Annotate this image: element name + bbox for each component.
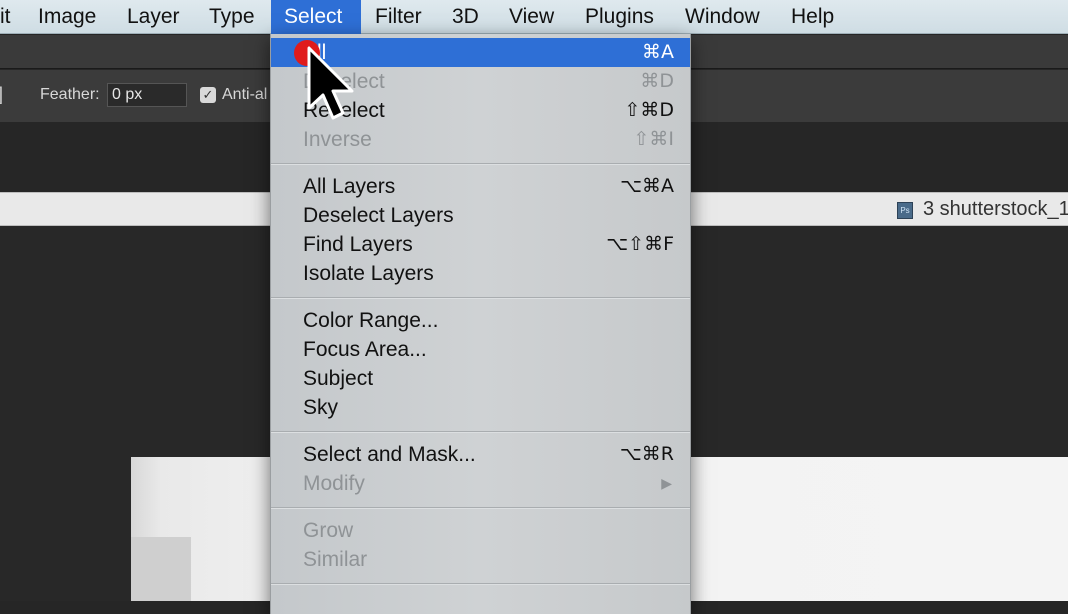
menu-item-color-range[interactable]: Color Range... xyxy=(271,306,690,335)
menu-item-sky[interactable]: Sky xyxy=(271,393,690,422)
mouse-pointer-icon xyxy=(307,46,354,120)
menu-separator xyxy=(271,297,690,299)
menu-window[interactable]: Window xyxy=(672,0,773,34)
app-menubar: it Image Layer Type Select Filter 3D Vie… xyxy=(0,0,1068,34)
menu-item-shortcut: ⌥⌘R xyxy=(619,443,674,465)
menu-type[interactable]: Type xyxy=(196,0,268,34)
menu-separator xyxy=(271,507,690,509)
menu-item-label: Isolate Layers xyxy=(303,262,434,285)
document-tab[interactable]: 3 shutterstock_1 xyxy=(923,198,1068,221)
ps-file-icon: Ps xyxy=(897,202,913,219)
menu-item-label: Grow xyxy=(303,519,354,542)
submenu-arrow-icon: ▶ xyxy=(661,475,672,491)
menu-item-label: Sky xyxy=(303,396,339,419)
menu-item-deselect-layers[interactable]: Deselect Layers xyxy=(271,201,690,230)
menu-item-shortcut: ⇧⌘D xyxy=(624,99,674,121)
menu-edit[interactable]: it xyxy=(0,0,24,34)
menu-item-find-layers[interactable]: Find Layers ⌥⇧⌘F xyxy=(271,230,690,259)
menu-item-label: Select and Mask... xyxy=(303,443,476,466)
menu-select[interactable]: Select xyxy=(271,0,361,34)
menu-separator xyxy=(271,583,690,585)
options-bracket: ] xyxy=(0,84,3,105)
image-shadow-region xyxy=(131,537,191,601)
menu-item-shortcut: ⌘D xyxy=(640,70,674,92)
menu-item-subject[interactable]: Subject xyxy=(271,364,690,393)
menu-item-label: Find Layers xyxy=(303,233,413,256)
menu-item-modify[interactable]: Modify ▶ xyxy=(271,469,690,498)
menu-item-label: Inverse xyxy=(303,128,372,151)
menu-filter[interactable]: Filter xyxy=(362,0,435,34)
menu-item-shortcut: ⇧⌘I xyxy=(633,128,674,150)
menu-image[interactable]: Image xyxy=(25,0,109,34)
menu-item-label: Color Range... xyxy=(303,309,439,332)
menu-item-focus-area[interactable]: Focus Area... xyxy=(271,335,690,364)
menu-item-label: Modify xyxy=(303,472,365,495)
menu-separator xyxy=(271,431,690,433)
menu-layer[interactable]: Layer xyxy=(114,0,193,34)
menu-item-inverse[interactable]: Inverse ⇧⌘I xyxy=(271,125,690,154)
menu-item-shortcut: ⌘A xyxy=(642,41,674,63)
menu-view[interactable]: View xyxy=(496,0,567,34)
menu-item-all-layers[interactable]: All Layers ⌥⌘A xyxy=(271,172,690,201)
menu-item-select-and-mask[interactable]: Select and Mask... ⌥⌘R xyxy=(271,440,690,469)
anti-alias-label: Anti-al xyxy=(222,86,268,103)
menu-3d[interactable]: 3D xyxy=(439,0,492,34)
menu-item-shortcut: ⌥⇧⌘F xyxy=(606,233,674,255)
menu-separator xyxy=(271,163,690,165)
menu-item-label: Subject xyxy=(303,367,374,390)
menu-item-label: Similar xyxy=(303,548,368,571)
menu-help[interactable]: Help xyxy=(778,0,847,34)
anti-alias-checkbox[interactable]: ✓ xyxy=(200,87,216,103)
menu-plugins[interactable]: Plugins xyxy=(572,0,667,34)
menu-item-label: Deselect Layers xyxy=(303,204,454,227)
menu-item-label: Focus Area... xyxy=(303,338,427,361)
menu-item-similar[interactable]: Similar xyxy=(271,545,690,574)
feather-label: Feather: xyxy=(40,86,100,103)
menu-item-shortcut: ⌥⌘A xyxy=(620,175,674,197)
feather-input[interactable] xyxy=(107,83,187,107)
menu-item-label: All Layers xyxy=(303,175,396,198)
menu-item-isolate-layers[interactable]: Isolate Layers xyxy=(271,259,690,288)
menu-item-grow[interactable]: Grow xyxy=(271,516,690,545)
